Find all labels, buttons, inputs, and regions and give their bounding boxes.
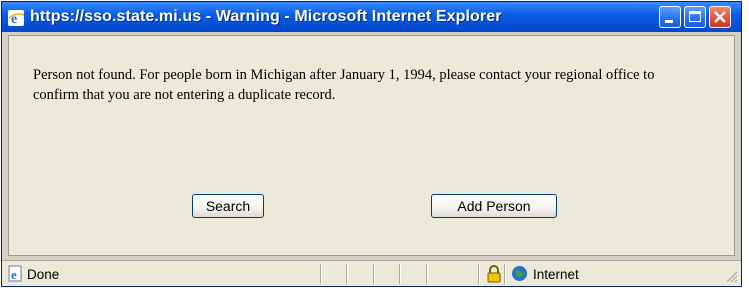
window-title: https://sso.state.mi.us - Warning - Micr… (30, 8, 502, 25)
maximize-button[interactable] (684, 6, 706, 28)
status-divider (399, 264, 400, 284)
globe-icon (512, 266, 527, 281)
add-person-button[interactable]: Add Person (431, 194, 557, 218)
status-divider (320, 264, 321, 284)
status-divider (478, 264, 479, 284)
status-divider (504, 264, 505, 284)
warning-message: Person not found. For people born in Mic… (33, 67, 655, 103)
title-bar[interactable]: e https://sso.state.mi.us - Warning - Mi… (2, 2, 741, 32)
ie-page-icon: e (8, 265, 22, 282)
status-divider (373, 264, 374, 284)
close-button[interactable] (709, 6, 731, 28)
status-divider (346, 264, 347, 284)
status-divider (426, 264, 427, 284)
status-text: Done (27, 267, 60, 282)
maximize-icon (689, 11, 701, 22)
minimize-icon (665, 20, 673, 23)
close-icon (714, 11, 726, 23)
internet-explorer-icon: e (8, 10, 25, 27)
resize-grip-icon[interactable] (724, 269, 738, 283)
security-zone-text: Internet (533, 267, 579, 282)
minimize-button[interactable] (659, 6, 681, 28)
svg-text:e: e (11, 267, 17, 282)
ie-warning-window: e https://sso.state.mi.us - Warning - Mi… (1, 1, 742, 287)
search-button[interactable]: Search (192, 194, 264, 218)
status-bar: e Done Internet (2, 260, 741, 286)
lock-icon (487, 265, 501, 283)
